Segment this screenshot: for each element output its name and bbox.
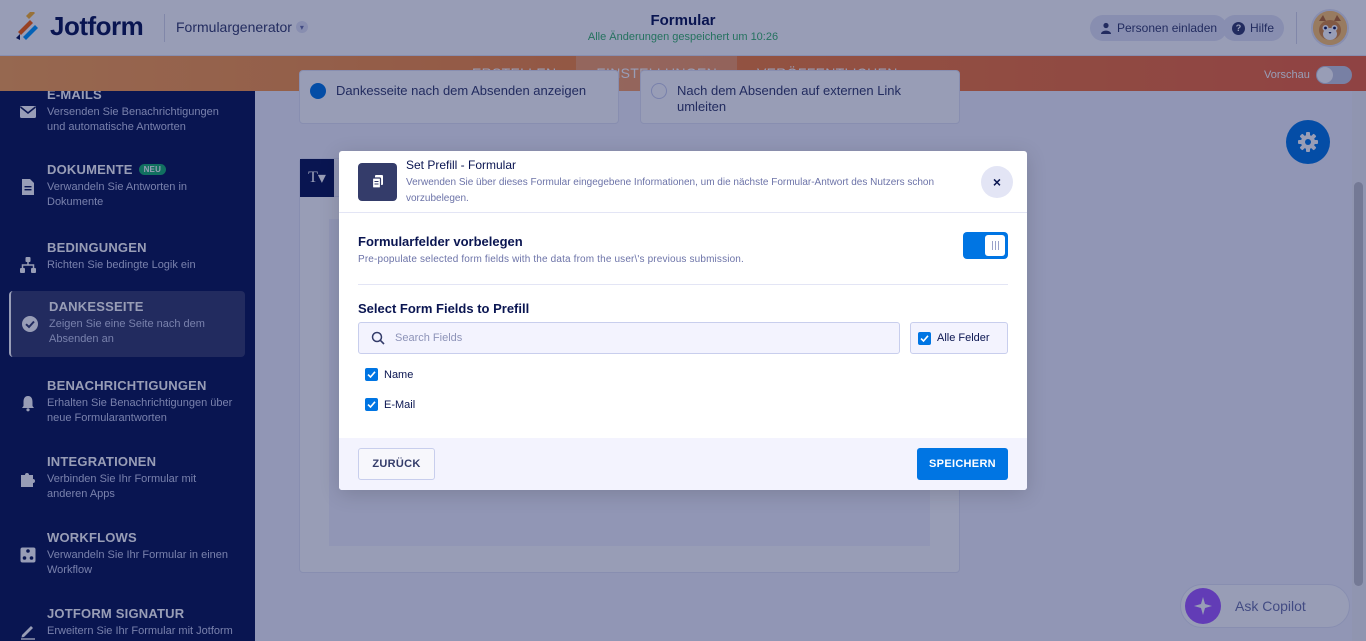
back-button[interactable]: ZURÜCK bbox=[358, 448, 435, 480]
prefill-toggle-description: Pre-populate selected form fields with t… bbox=[358, 254, 744, 265]
set-prefill-modal: Set Prefill - Formular Verwenden Sie übe… bbox=[339, 151, 1027, 490]
checkbox-checked[interactable] bbox=[918, 331, 931, 345]
prefill-toggle[interactable] bbox=[963, 232, 1008, 259]
field-option-email[interactable]: E-Mail bbox=[365, 398, 415, 411]
check-icon bbox=[367, 401, 376, 409]
field-option-label: Name bbox=[384, 368, 414, 381]
field-option-label: E-Mail bbox=[384, 398, 416, 411]
check-icon bbox=[920, 334, 929, 342]
toggle-knob bbox=[985, 235, 1005, 256]
search-fields-input[interactable] bbox=[395, 323, 895, 353]
prefill-toggle-title: Formularfelder vorbelegen bbox=[358, 234, 523, 249]
search-field-box bbox=[358, 322, 900, 354]
modal-subtitle: Verwenden Sie über dieses Formular einge… bbox=[406, 177, 935, 204]
modal-footer: ZURÜCK SPEICHERN bbox=[339, 438, 1027, 490]
all-fields-checkbox[interactable]: Alle Felder bbox=[910, 322, 1008, 354]
all-fields-label: Alle Felder bbox=[937, 332, 990, 344]
checkbox-checked[interactable] bbox=[365, 368, 378, 381]
field-option-name[interactable]: Name bbox=[365, 368, 413, 381]
checkbox-checked[interactable] bbox=[365, 398, 378, 411]
modal-title: Set Prefill - Formular bbox=[406, 158, 517, 172]
check-icon bbox=[367, 371, 376, 379]
search-icon bbox=[371, 331, 385, 345]
section-divider bbox=[358, 284, 1008, 285]
save-button[interactable]: SPEICHERN bbox=[917, 448, 1008, 480]
modal-header: Set Prefill - Formular Verwenden Sie übe… bbox=[339, 151, 1027, 213]
prefill-icon bbox=[358, 163, 397, 201]
close-button[interactable]: × bbox=[981, 166, 1013, 198]
fields-section-title: Select Form Fields to Prefill bbox=[358, 301, 530, 316]
close-icon: × bbox=[992, 174, 1002, 190]
